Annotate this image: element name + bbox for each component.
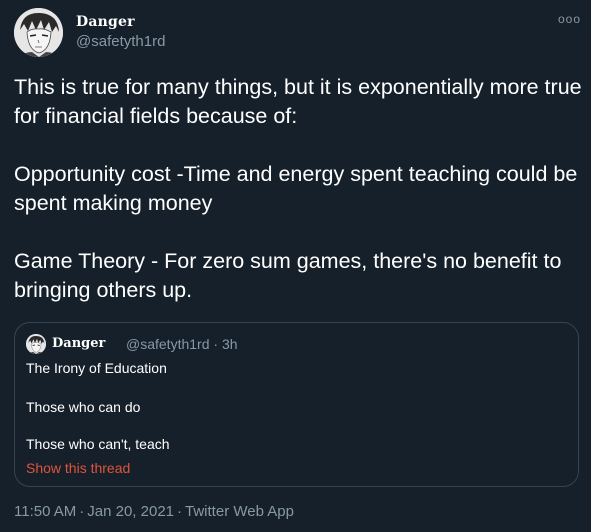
quoted-author-handle: @safetyth1rd [126,336,210,352]
tweet-paragraph: Opportunity cost -Time and energy spent … [14,162,578,215]
more-options-icon[interactable]: ooo [558,12,581,26]
author-handle[interactable]: @safetyth1rd [76,33,165,50]
tweet-source[interactable]: Twitter Web App [185,503,294,520]
quoted-text-line: Those who can do [26,399,141,415]
footer-separator: · [177,503,183,520]
quoted-meta: @safetyth1rd · 3h [126,336,238,352]
tweet-time[interactable]: 11:50 AM [14,503,76,520]
meta-separator: · [213,336,219,352]
tweet-paragraph: Game Theory - For zero sum games, there'… [14,249,562,302]
tweet: Danger @safetyth1rd ooo This is true for… [0,0,591,532]
show-thread-link[interactable]: Show this thread [26,460,130,476]
tweet-date[interactable]: Jan 20, 2021 [87,503,174,520]
tweet-footer: 11:50 AM · Jan 20, 2021 · Twitter Web App [14,503,294,520]
author-avatar[interactable] [14,8,63,57]
tweet-text: This is true for many things, but it is … [14,73,584,305]
footer-separator: · [79,503,85,520]
quoted-timestamp: 3h [221,336,238,352]
quoted-text-line: The Irony of Education [26,360,167,376]
quoted-text-line: Those who can't, teach [26,436,170,452]
quoted-author-avatar [26,334,46,354]
quoted-tweet-card[interactable]: Danger @safetyth1rd · 3h The Irony of Ed… [14,322,579,487]
author-display-name[interactable]: Danger [76,14,135,30]
quoted-author-display-name: Danger [52,336,106,351]
tweet-paragraph: This is true for many things, but it is … [14,75,582,128]
